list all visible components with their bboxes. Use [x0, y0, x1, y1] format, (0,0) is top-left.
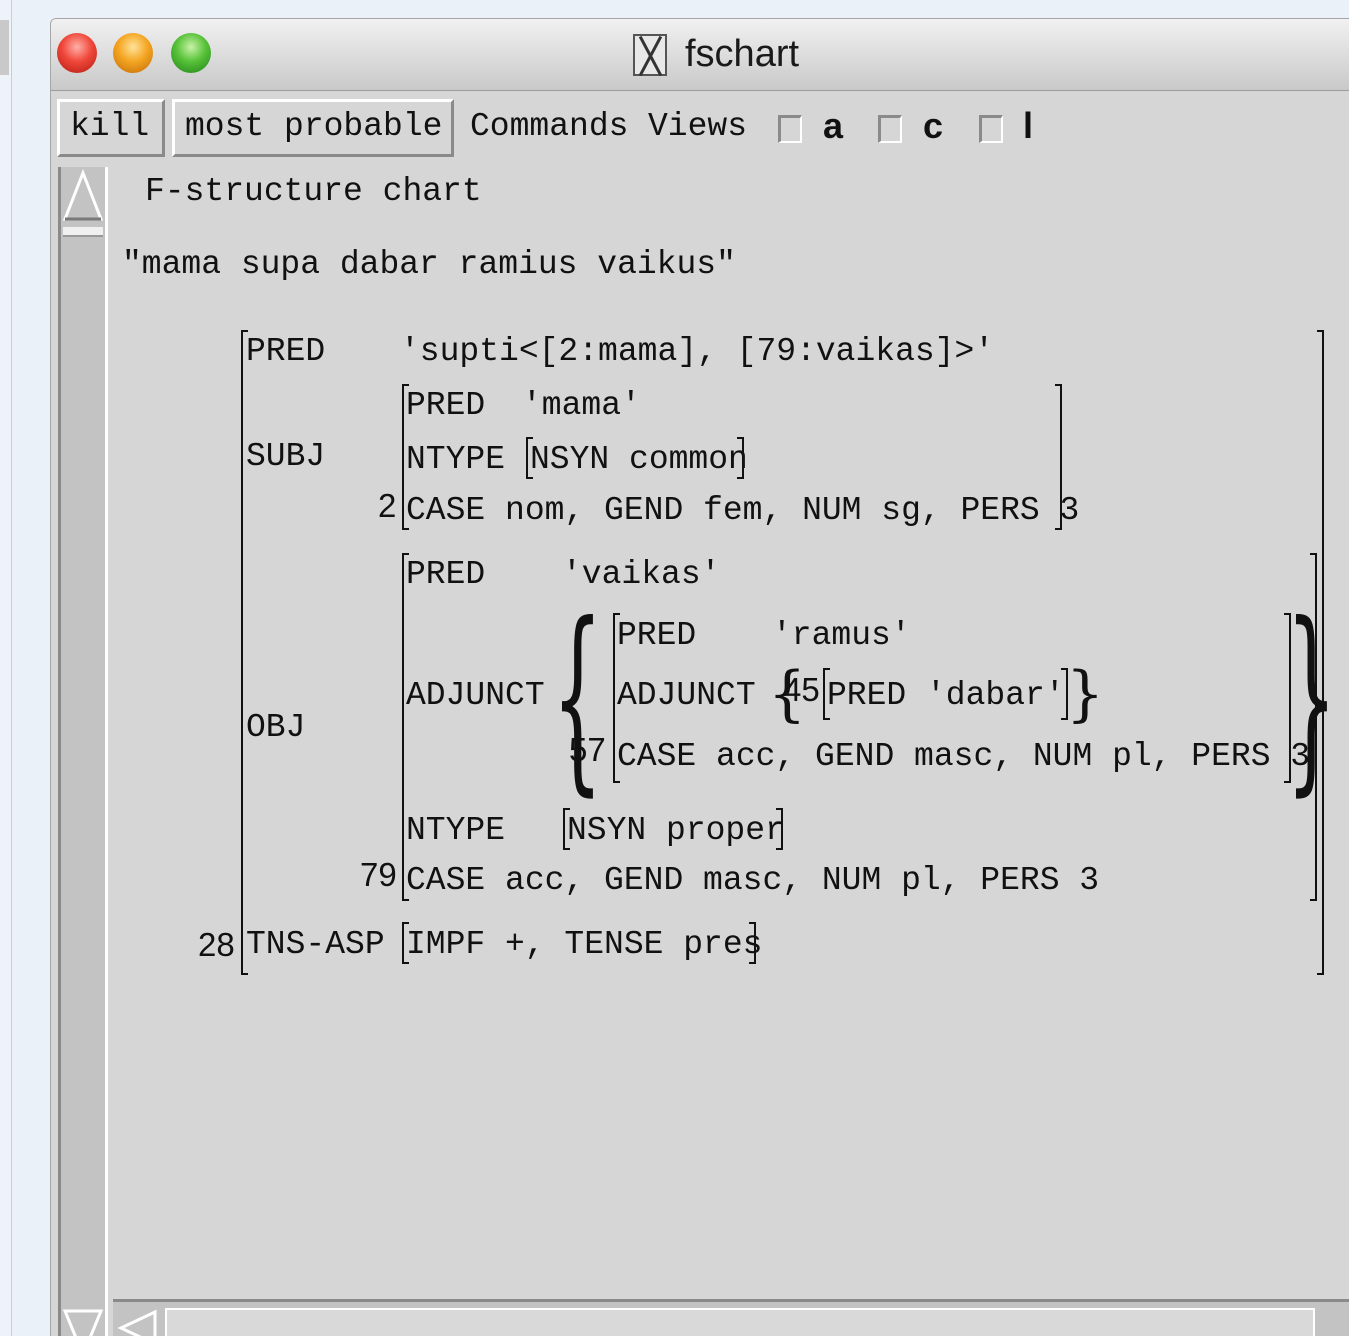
- view-l-label: l: [1023, 105, 1034, 146]
- close-window-button[interactable]: [57, 33, 97, 73]
- vertical-scrollbar[interactable]: [58, 167, 108, 1336]
- kill-button[interactable]: kill: [57, 99, 165, 157]
- horizontal-scrollbar[interactable]: [113, 1299, 1349, 1336]
- left-edge-scrollbar[interactable]: [0, 20, 9, 75]
- scroll-left-arrow-icon[interactable]: [117, 1308, 159, 1336]
- view-a-checkbox[interactable]: [778, 115, 802, 143]
- window-title: fschart: [685, 33, 800, 75]
- horizontal-scroll-track[interactable]: [165, 1308, 1315, 1336]
- vertical-scroll-thumb[interactable]: [63, 227, 103, 237]
- commands-menu[interactable]: Commands: [470, 99, 628, 155]
- title-bar[interactable]: fschart: [51, 19, 1349, 91]
- left-edge-strip: [0, 0, 12, 1336]
- toolbar: kill most probable Commands Views a c l: [51, 91, 1349, 163]
- zoom-window-button[interactable]: [171, 33, 211, 73]
- fschart-window: fschart kill most probable Commands View…: [50, 18, 1349, 1336]
- minimize-window-button[interactable]: [113, 33, 153, 73]
- scroll-down-arrow-icon[interactable]: [61, 1307, 105, 1336]
- most-probable-button[interactable]: most probable: [172, 99, 454, 157]
- x11-app-icon: [633, 34, 667, 76]
- view-c-label: c: [923, 105, 944, 146]
- view-a-label: a: [823, 105, 844, 146]
- views-menu[interactable]: Views: [648, 99, 747, 155]
- scroll-up-arrow-icon[interactable]: [61, 167, 105, 233]
- view-c-checkbox[interactable]: [878, 115, 902, 143]
- view-l-checkbox[interactable]: [979, 115, 1003, 143]
